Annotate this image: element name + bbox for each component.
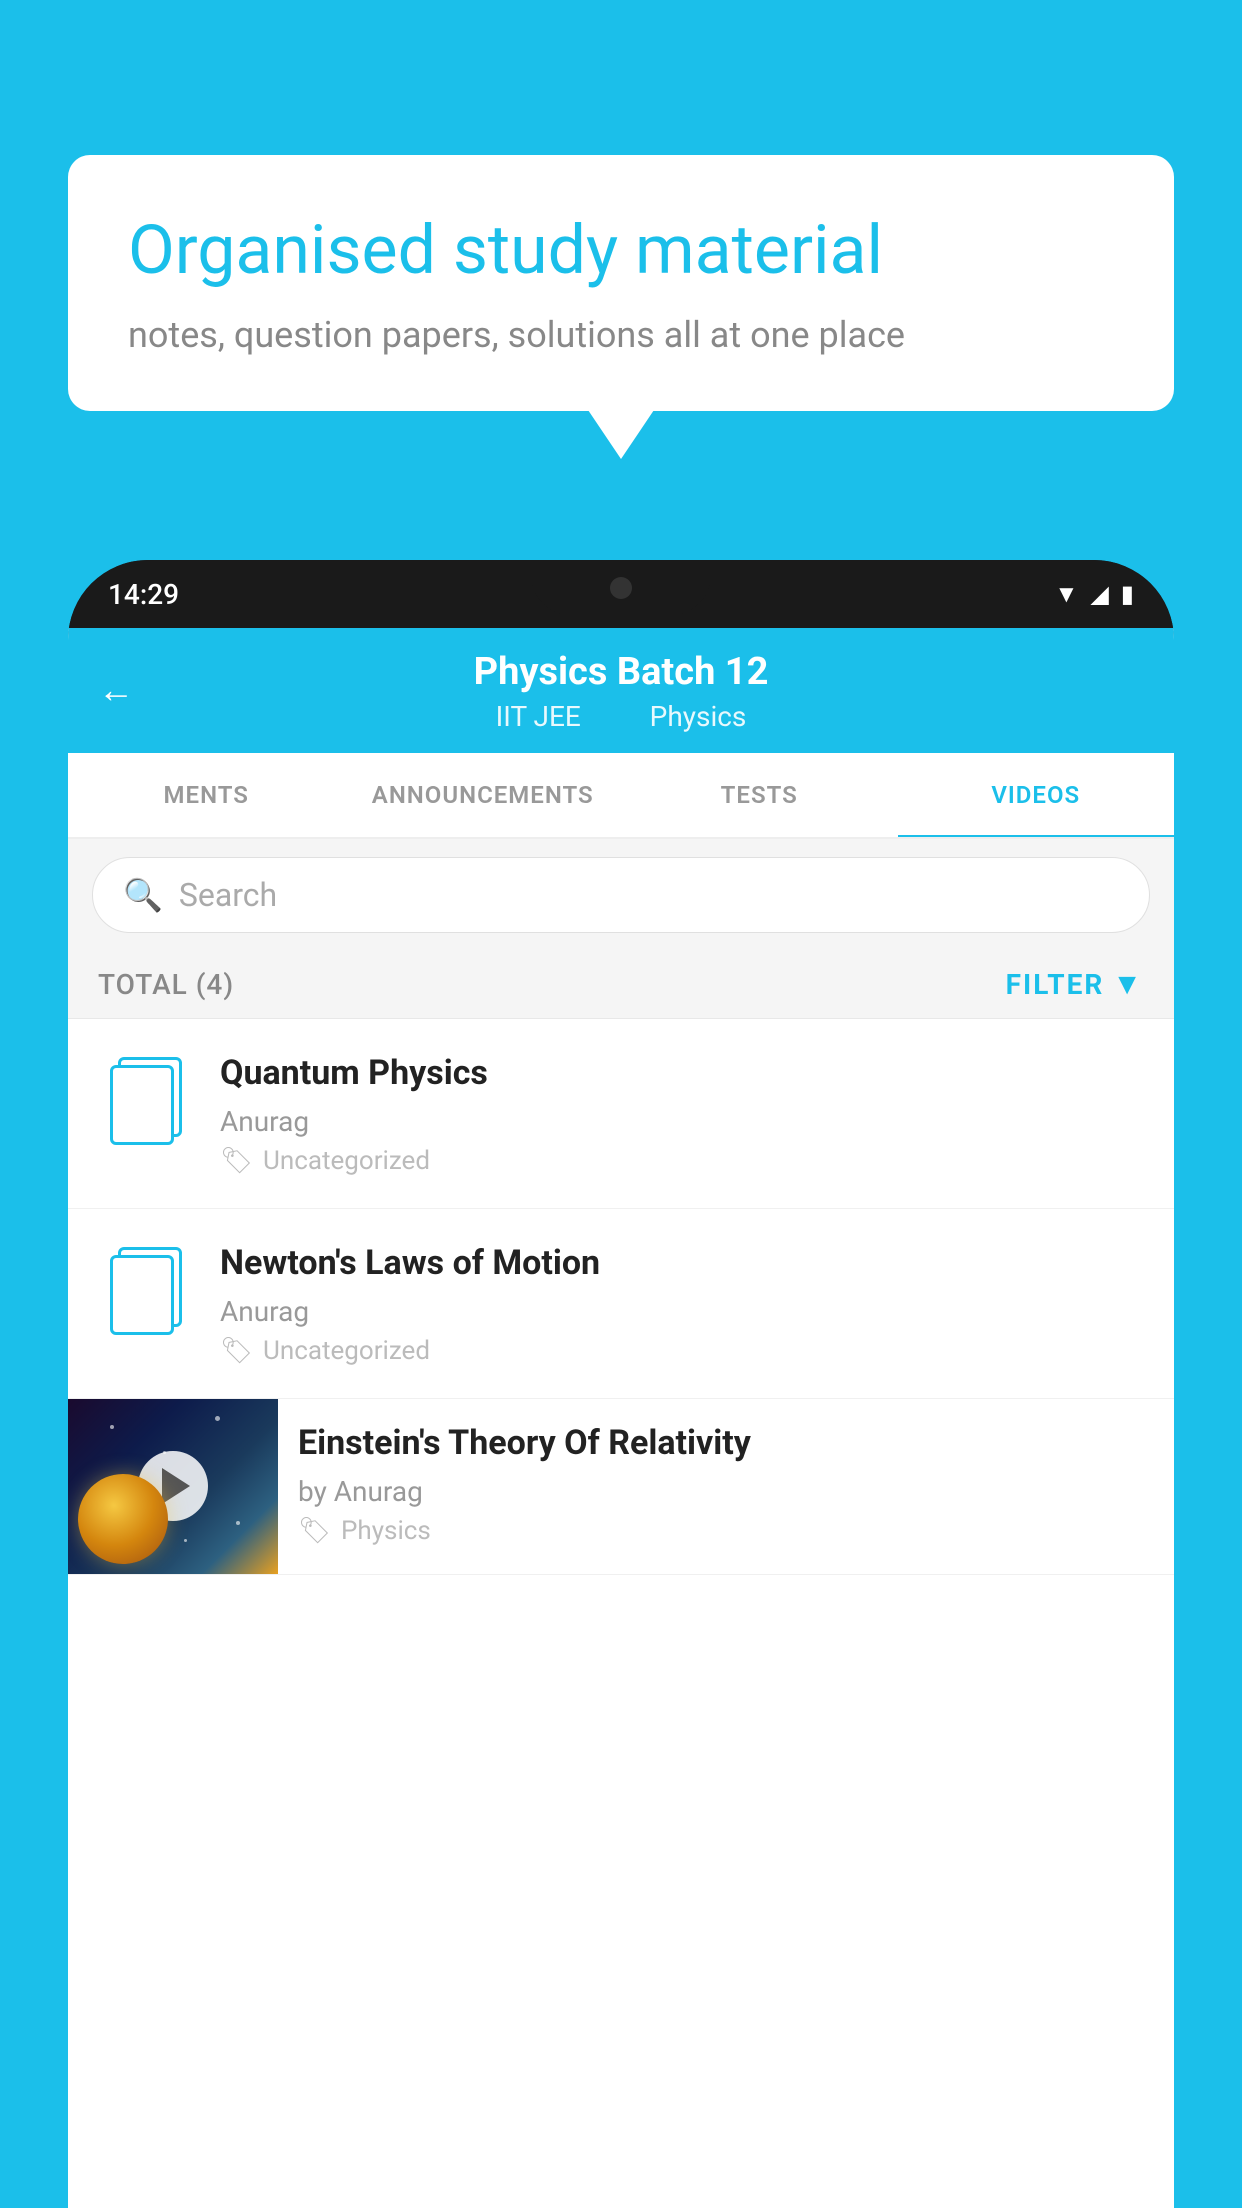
video-tag-3: 🏷 Physics [298, 1516, 1154, 1546]
speech-bubble-container: Organised study material notes, question… [68, 155, 1174, 411]
phone-screen: ← Physics Batch 12 IIT JEE Physics MENTS… [68, 628, 1174, 2208]
video-tag-label-1: Uncategorized [263, 1146, 430, 1176]
file-icon-front-2 [110, 1255, 174, 1335]
video-tag-label-3: Physics [341, 1516, 431, 1546]
planet-decoration [78, 1474, 168, 1564]
video-item-2[interactable]: Newton's Laws of Motion Anurag 🏷 Uncateg… [68, 1209, 1174, 1399]
signal-icon: ◢ [1090, 580, 1108, 608]
video-info-2: Newton's Laws of Motion Anurag 🏷 Uncateg… [220, 1241, 1146, 1366]
header-subtitle-part2: Physics [650, 700, 747, 733]
file-icon-1 [110, 1057, 182, 1145]
phone-notch [531, 560, 711, 615]
back-button[interactable]: ← [98, 669, 134, 711]
search-container: 🔍 Search [68, 839, 1174, 951]
wifi-icon: ▼ [1055, 580, 1079, 609]
video-author-1: Anurag [220, 1105, 1146, 1138]
video-tag-label-2: Uncategorized [263, 1336, 430, 1366]
tag-icon-2: 🏷 [220, 1336, 253, 1366]
video-icon-2 [96, 1241, 196, 1341]
filter-bar: TOTAL (4) FILTER ▼ [68, 951, 1174, 1019]
status-icons: ▼ ◢ ▮ [1055, 580, 1134, 609]
camera-dot [610, 577, 632, 599]
header-subtitle-part1: IIT JEE [496, 700, 581, 733]
search-icon: 🔍 [123, 876, 163, 914]
tab-announcements[interactable]: ANNOUNCEMENTS [345, 753, 622, 837]
header-title: Physics Batch 12 [98, 650, 1144, 696]
app-header: ← Physics Batch 12 IIT JEE Physics [68, 628, 1174, 753]
speech-bubble: Organised study material notes, question… [68, 155, 1174, 411]
battery-icon: ▮ [1121, 580, 1134, 608]
video-title-1: Quantum Physics [220, 1051, 1146, 1095]
phone-top-bar: 14:29 ▼ ◢ ▮ [68, 560, 1174, 628]
file-icon-front-1 [110, 1065, 174, 1145]
video-info-1: Quantum Physics Anurag 🏷 Uncategorized [220, 1051, 1146, 1176]
filter-button[interactable]: FILTER ▼ [1006, 967, 1144, 1002]
filter-funnel-icon: ▼ [1112, 967, 1144, 1002]
video-item-3[interactable]: Einstein's Theory Of Relativity by Anura… [68, 1399, 1174, 1575]
search-bar[interactable]: 🔍 Search [92, 857, 1150, 933]
total-count-label: TOTAL (4) [98, 968, 234, 1001]
header-subtitle: IIT JEE Physics [98, 700, 1144, 733]
tag-icon-1: 🏷 [220, 1146, 253, 1176]
status-time: 14:29 [108, 578, 179, 611]
file-icon-2 [110, 1247, 182, 1335]
video-tag-1: 🏷 Uncategorized [220, 1146, 1146, 1176]
video-thumbnail-3 [68, 1399, 278, 1574]
filter-label: FILTER [1006, 968, 1105, 1001]
phone-frame: 14:29 ▼ ◢ ▮ ← Physics Batch 12 IIT JEE P… [68, 560, 1174, 2208]
video-tag-2: 🏷 Uncategorized [220, 1336, 1146, 1366]
video-title-3: Einstein's Theory Of Relativity [298, 1421, 1154, 1465]
header-subtitle-separator [612, 700, 626, 733]
video-info-3: Einstein's Theory Of Relativity by Anura… [278, 1399, 1174, 1568]
video-author-3: by Anurag [298, 1475, 1154, 1508]
video-icon-1 [96, 1051, 196, 1151]
tab-tests[interactable]: TESTS [621, 753, 898, 837]
bubble-subtitle: notes, question papers, solutions all at… [128, 314, 1114, 356]
search-input[interactable]: Search [179, 876, 277, 914]
tab-videos[interactable]: VIDEOS [898, 753, 1175, 837]
video-title-2: Newton's Laws of Motion [220, 1241, 1146, 1285]
tag-icon-3: 🏷 [298, 1516, 331, 1546]
video-item-1[interactable]: Quantum Physics Anurag 🏷 Uncategorized [68, 1019, 1174, 1209]
tab-ments[interactable]: MENTS [68, 753, 345, 837]
tab-bar: MENTS ANNOUNCEMENTS TESTS VIDEOS [68, 753, 1174, 839]
video-author-2: Anurag [220, 1295, 1146, 1328]
video-list: Quantum Physics Anurag 🏷 Uncategorized [68, 1019, 1174, 1575]
bubble-title: Organised study material [128, 210, 1114, 292]
